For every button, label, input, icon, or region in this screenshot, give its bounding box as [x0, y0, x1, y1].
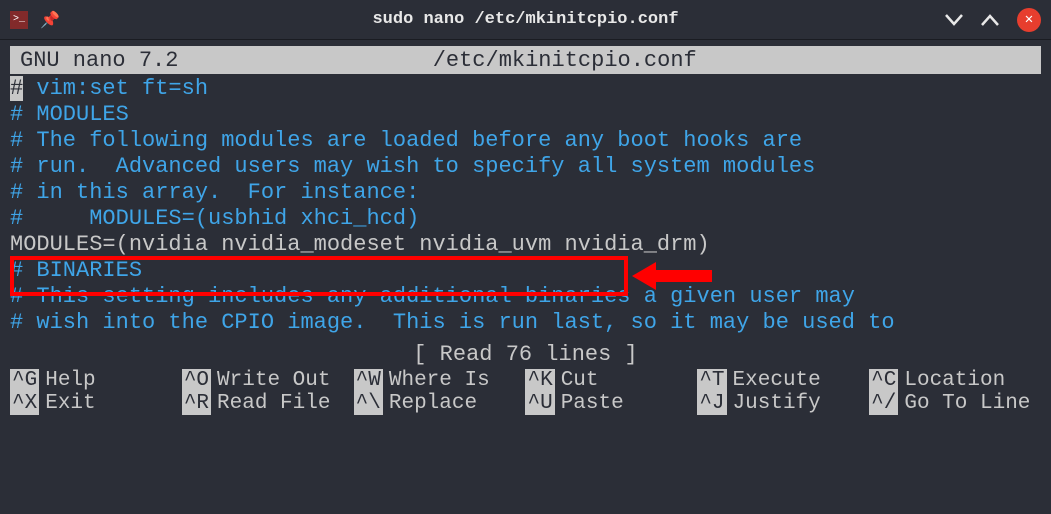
- window-title: sudo nano /etc/mkinitcpio.conf: [372, 10, 678, 29]
- terminal-icon: >_: [10, 11, 28, 29]
- editor-line: # run. Advanced users may wish to specif…: [10, 154, 1041, 180]
- annotation-arrow: [632, 262, 712, 290]
- arrow-head-icon: [632, 262, 656, 290]
- editor-line: # vim:set ft=sh: [10, 76, 1041, 102]
- shortcut-replace[interactable]: ^\Replace: [354, 392, 526, 415]
- editor-line: # MODULES: [10, 102, 1041, 128]
- editor-line: # MODULES=(usbhid xhci_hcd): [10, 206, 1041, 232]
- shortcut-paste[interactable]: ^UPaste: [525, 392, 697, 415]
- editor-line: # wish into the CPIO image. This is run …: [10, 310, 1041, 336]
- editor-line: # BINARIES: [10, 258, 1041, 284]
- minimize-button[interactable]: [945, 14, 963, 26]
- shortcut-location[interactable]: ^CLocation: [869, 369, 1041, 392]
- titlebar-right: ✕: [945, 8, 1041, 32]
- editor-line-modules: MODULES=(nvidia nvidia_modeset nvidia_uv…: [10, 232, 1041, 258]
- shortcut-justify[interactable]: ^JJustify: [697, 392, 869, 415]
- editor-line: # in this array. For instance:: [10, 180, 1041, 206]
- cursor: #: [10, 76, 23, 101]
- arrow-shaft: [656, 270, 712, 282]
- pin-icon[interactable]: 📌: [40, 10, 60, 30]
- titlebar: >_ 📌 sudo nano /etc/mkinitcpio.conf ✕: [0, 0, 1051, 40]
- maximize-button[interactable]: [981, 14, 999, 26]
- editor-header: GNU nano 7.2 /etc/mkinitcpio.conf: [10, 46, 1041, 74]
- editor-line: # This setting includes any additional b…: [10, 284, 1041, 310]
- editor-content[interactable]: # vim:set ft=sh # MODULES # The followin…: [0, 74, 1051, 338]
- shortcut-exit[interactable]: ^XExit: [10, 392, 182, 415]
- shortcut-help[interactable]: ^GHelp: [10, 369, 182, 392]
- shortcut-writeout[interactable]: ^OWrite Out: [182, 369, 354, 392]
- shortcut-gotoline[interactable]: ^/Go To Line: [869, 392, 1041, 415]
- status-line: [ Read 76 lines ]: [0, 342, 1051, 367]
- editor-filepath: /etc/mkinitcpio.conf: [98, 48, 1031, 73]
- titlebar-left: >_ 📌: [10, 10, 60, 30]
- shortcut-readfile[interactable]: ^RRead File: [182, 392, 354, 415]
- shortcuts-bar: ^GHelp ^OWrite Out ^WWhere Is ^KCut ^TEx…: [0, 369, 1051, 415]
- editor-line: # The following modules are loaded befor…: [10, 128, 1041, 154]
- close-button[interactable]: ✕: [1017, 8, 1041, 32]
- shortcut-cut[interactable]: ^KCut: [525, 369, 697, 392]
- shortcut-execute[interactable]: ^TExecute: [697, 369, 869, 392]
- shortcut-whereis[interactable]: ^WWhere Is: [354, 369, 526, 392]
